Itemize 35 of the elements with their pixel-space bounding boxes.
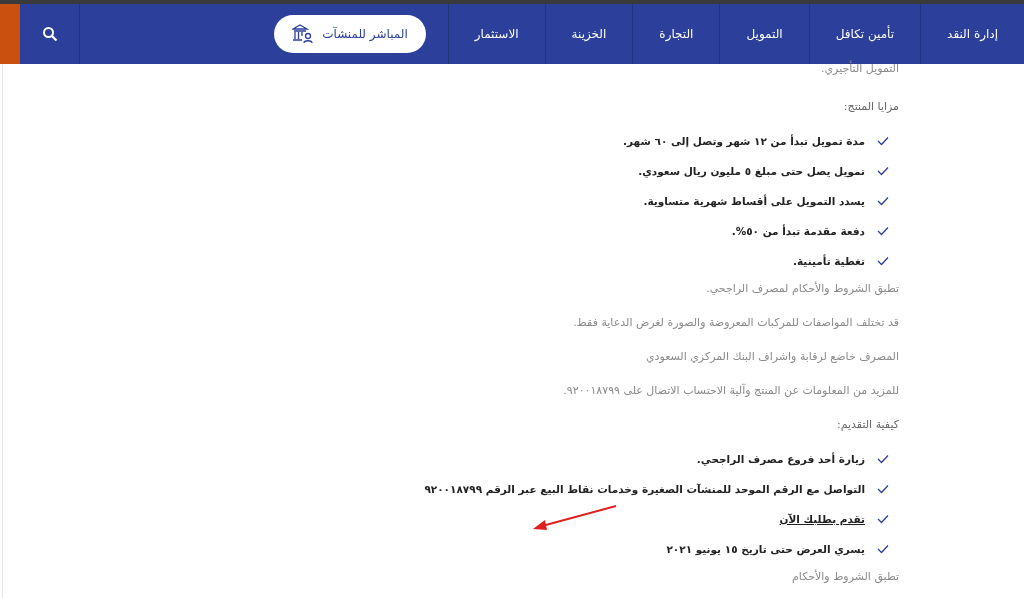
bank-person-icon — [292, 24, 315, 44]
paragraph: تطبق الشروط والأحكام — [790, 570, 899, 585]
accent-strip — [0, 4, 20, 64]
list-item-text: زيارة أحد فروع مصرف الراجحي. — [696, 453, 865, 465]
check-icon — [877, 136, 889, 146]
list-item-text: تمويل يصل حتى مبلغ ٥ مليون ريال سعودي. — [638, 165, 865, 177]
list-item-text: دفعة مقدمة تبدأ من ٥٠%. — [731, 225, 865, 237]
paragraph: المصرف خاضع لرقابة واشراف البنك المركزي السعودي — [645, 350, 899, 365]
list-item-text: مدة تمويل تبدأ من ١٢ شهر وتصل إلى ٦٠ شهر. — [623, 135, 865, 147]
nav-tab[interactable]: التجارة — [632, 4, 720, 64]
business-direct-button[interactable]: المباشر للمنشآت — [274, 15, 426, 53]
paragraph: قد تختلف المواصفات للمركبات المعروضة والصورة لغرض الدعاية فقط. — [572, 316, 899, 331]
check-icon — [877, 226, 889, 236]
paragraph: التمويل التأجيري. — [819, 62, 899, 77]
check-icon — [877, 514, 889, 524]
paragraph: للمزيد من المعلومات عن المنتج وآلية الاحتساب الاتصال على ٩٢٠٠١٨٧٩٩. — [562, 384, 899, 399]
list-item-text: التواصل مع الرقم الموحد للمنشآت الصغيرة وخدمات نقاط البيع عبر الرقم ٩٢٠٠١٨٧٩٩ — [424, 483, 865, 495]
check-icon — [877, 166, 889, 176]
section-heading: كيفية التقديم: — [836, 418, 899, 433]
check-icon — [877, 196, 889, 206]
list-item-text: يسدد التمويل على أقساط شهرية متساوية. — [643, 195, 865, 207]
nav-tab[interactable]: إدارة النقد — [920, 4, 1024, 64]
nav-tab[interactable]: التمويل — [719, 4, 809, 64]
search-icon — [41, 26, 58, 42]
apply-link[interactable]: تقدم بطلبك الآن — [779, 513, 865, 525]
check-icon — [877, 454, 889, 464]
nav-tab[interactable]: الخزينة — [544, 4, 633, 64]
check-icon — [877, 256, 889, 266]
nav-tab[interactable]: الاستثمار — [447, 4, 545, 64]
check-icon — [877, 544, 889, 554]
list-item-text: تغطية تأمينية. — [793, 255, 865, 267]
paragraph: تطبق الشروط والأحكام لمصرف الراجحي. — [705, 282, 899, 297]
section-heading: مزايا المنتج: — [842, 100, 899, 115]
list-item-text: يسري العرض حتى تاريخ ١٥ يونيو ٢٠٢١ — [666, 543, 865, 555]
check-icon — [877, 484, 889, 494]
